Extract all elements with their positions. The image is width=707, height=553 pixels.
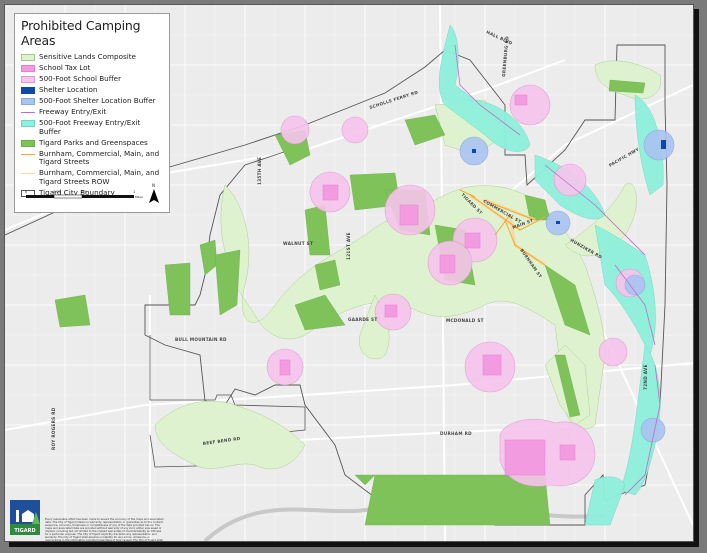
legend-swatch xyxy=(21,65,35,72)
legend-item: Sensitive Lands Composite xyxy=(21,52,163,62)
legend-item: 500-Foot School Buffer xyxy=(21,74,163,84)
scale-label-1: 1 xyxy=(133,190,135,194)
label-roy-rogers: ROY ROGERS RD xyxy=(51,407,56,450)
legend-label: 500-Foot Shelter Location Buffer xyxy=(39,96,156,105)
legend-swatch xyxy=(21,120,35,127)
legend-item: Freeway Entry/Exit xyxy=(21,107,163,117)
label-durham: DURHAM RD xyxy=(440,431,472,436)
scale-seg-3 xyxy=(82,195,134,198)
legend-panel: Prohibited Camping Areas Sensitive Lands… xyxy=(14,13,170,213)
legend-label: Burnham, Commercial, Main, and Tigard St… xyxy=(39,148,160,166)
legend-label: Sensitive Lands Composite xyxy=(39,52,136,61)
legend-items: Sensitive Lands Composite School Tax Lot 5… xyxy=(21,52,163,197)
disclaimer-text: Every reasonable effort has been made to… xyxy=(45,518,164,542)
map-frame: SCHOLLS FERRY RD HALL BLVD GREENBURG RD … xyxy=(4,4,694,542)
tigard-logo: TIGARD xyxy=(10,500,40,535)
legend-item: Tigard Parks and Greenspaces xyxy=(21,137,163,148)
legend-label: 500-Foot Freeway Entry/Exit Buffer xyxy=(39,118,141,136)
label-mcdonald: MCDONALD ST xyxy=(446,318,484,323)
label-walnut: WALNUT ST xyxy=(283,241,313,246)
scale-seg-1 xyxy=(26,195,54,198)
scale-label-025: 0.25 xyxy=(53,190,61,194)
scale-label-0: 0 xyxy=(25,190,27,194)
label-bull-mountain: BULL MOUNTAIN RD xyxy=(175,337,227,342)
legend-swatch xyxy=(21,139,35,147)
label-121st: 121ST AVE xyxy=(346,232,351,260)
label-72nd: 72ND AVE xyxy=(643,364,648,390)
legend-label: 500-Foot School Buffer xyxy=(39,74,122,83)
scale-seg-2 xyxy=(53,194,83,199)
legend-title: Prohibited Camping Areas xyxy=(21,18,141,48)
scale-unit: Miles xyxy=(135,195,143,199)
legend-swatch xyxy=(21,173,35,174)
legend-label: Shelter Location xyxy=(39,85,98,94)
legend-swatch xyxy=(21,98,35,105)
legend-swatch xyxy=(21,87,35,94)
legend-swatch xyxy=(21,76,35,83)
north-arrow-icon: N xyxy=(149,183,159,203)
legend-label: Freeway Entry/Exit xyxy=(39,107,107,116)
legend-swatch xyxy=(21,54,35,61)
legend-item: School Tax Lot xyxy=(21,63,163,73)
legend-item: 500-Foot Freeway Entry/Exit Buffer xyxy=(21,118,163,136)
legend-item: Shelter Location xyxy=(21,85,163,95)
scale-label-05: 0.5 xyxy=(81,190,87,194)
legend-item: Burnham, Commercial, Main, and Tigard St… xyxy=(21,168,163,186)
label-gaarde: GAARDE ST xyxy=(348,317,378,322)
legend-label: Tigard Parks and Greenspaces xyxy=(39,137,148,147)
legend-label: School Tax Lot xyxy=(39,63,91,72)
legend-swatch xyxy=(21,153,35,155)
legend-swatch xyxy=(21,112,35,113)
north-label: N xyxy=(152,183,155,188)
legend-item: 500-Foot Shelter Location Buffer xyxy=(21,96,163,106)
scale-bar: 0 0.25 0.5 1 Miles xyxy=(25,190,143,199)
logo-text: TIGARD xyxy=(14,528,35,534)
legend-item: Burnham, Commercial, Main, and Tigard St… xyxy=(21,148,163,167)
label-135th: 135TH AVE xyxy=(257,157,262,185)
legend-label: Burnham, Commercial, Main, and Tigard St… xyxy=(39,168,160,186)
